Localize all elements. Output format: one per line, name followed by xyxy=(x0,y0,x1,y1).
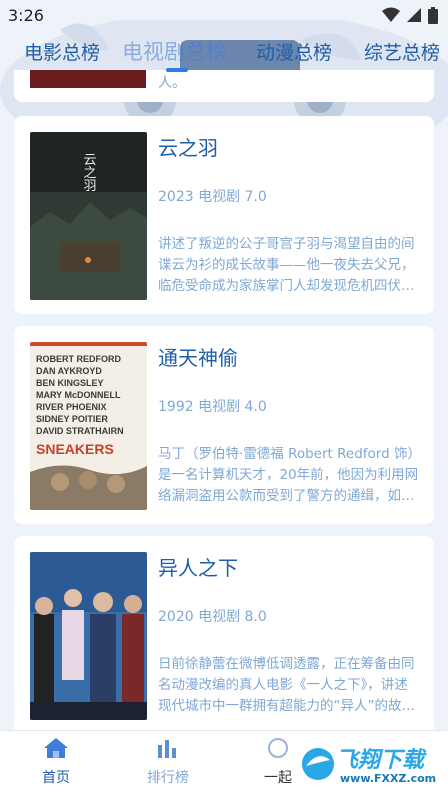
status-icons xyxy=(382,6,438,24)
tab-anime-chart[interactable]: 动漫总榜 xyxy=(256,38,332,65)
status-time: 3:26 xyxy=(8,5,44,25)
watermark-logo: 飞翔下载 www.FXXZ.com xyxy=(296,736,444,794)
poster-image: 云之羽 xyxy=(30,132,147,300)
poster-cast-name: DAVID STRATHAIRN xyxy=(36,426,124,436)
item-meta: 1992 电视剧 4.0 xyxy=(158,399,267,415)
item-description: 日前徐静蕾在微博低调透露，正在筹备由同名动漫改编的真人电影《一人之下》，讲述现代… xyxy=(158,656,415,714)
nav-item-ranking[interactable]: 排行榜 xyxy=(128,737,208,787)
poster-image: ROBERT REDFORD DAN AYKROYD BEN KINGSLEY … xyxy=(30,342,147,510)
poster-image xyxy=(30,552,147,720)
item-title: 云之羽 xyxy=(158,136,218,160)
poster-cast-name: BEN KINGSLEY xyxy=(36,378,104,388)
item-description: 讲述了叛逆的公子哥宫子羽与渴望自由的间谍云为衫的成长故事——他一夜失去父兄，临危… xyxy=(158,236,415,294)
item-description: 人。 xyxy=(158,75,186,91)
item-title: 异人之下 xyxy=(158,556,238,580)
item-meta: 2023 电视剧 7.0 xyxy=(158,189,267,205)
ranking-list[interactable]: 人。 云之羽 云之羽 2023 电视剧 7.0 讲述了叛逆的公子哥宫子羽与渴望自… xyxy=(0,70,448,730)
tab-tv-chart[interactable]: 电视剧总榜 xyxy=(122,36,227,66)
status-bar: 3:26 xyxy=(0,0,448,30)
item-description: 马丁（罗伯特·雷德福 Robert Redford 饰）是一名计算机天才，20年… xyxy=(158,446,419,504)
home-icon xyxy=(44,738,68,758)
watermark-bird-icon xyxy=(302,748,334,780)
item-title: 通天神偷 xyxy=(158,346,238,370)
signal-icon xyxy=(407,8,421,22)
poster-title-text: 云之羽 xyxy=(81,153,97,192)
watermark-text: 飞翔下载 xyxy=(336,748,425,773)
poster-title-text: SNEAKERS xyxy=(36,441,114,457)
item-meta: 2020 电视剧 8.0 xyxy=(158,609,267,625)
list-item[interactable]: ROBERT REDFORD DAN AYKROYD BEN KINGSLEY … xyxy=(14,326,434,524)
poster-cast-name: MARY McDONNELL xyxy=(36,390,121,400)
tab-movie-chart[interactable]: 电影总榜 xyxy=(24,38,100,65)
nav-label: 首页 xyxy=(42,770,70,786)
bar-chart-icon xyxy=(158,740,176,758)
battery-icon xyxy=(428,6,438,24)
tab-variety-chart[interactable]: 综艺总榜 xyxy=(364,38,440,65)
poster-cast-name: DAN AYKROYD xyxy=(36,366,102,376)
wifi-icon xyxy=(382,7,400,22)
list-item[interactable]: 云之羽 云之羽 2023 电视剧 7.0 讲述了叛逆的公子哥宫子羽与渴望自由的间… xyxy=(14,116,434,314)
nav-label: 排行榜 xyxy=(147,770,189,786)
active-tab-indicator xyxy=(166,68,188,72)
nav-item-home[interactable]: 首页 xyxy=(16,737,96,787)
list-item[interactable]: 异人之下 2020 电视剧 8.0 日前徐静蕾在微博低调透露，正在筹备由同名动漫… xyxy=(14,536,434,730)
poster-cast-name: SIDNEY POITIER xyxy=(36,414,108,424)
list-item[interactable]: 人。 xyxy=(14,70,434,102)
poster-cast-name: RIVER PHOENIX xyxy=(36,402,107,412)
category-tab-bar: 电影总榜 电视剧总榜 动漫总榜 综艺总榜 xyxy=(0,32,448,74)
circle-icon xyxy=(268,738,288,758)
poster-cast-name: ROBERT REDFORD xyxy=(36,354,121,364)
watermark-url: www.FXXZ.com xyxy=(340,772,437,785)
